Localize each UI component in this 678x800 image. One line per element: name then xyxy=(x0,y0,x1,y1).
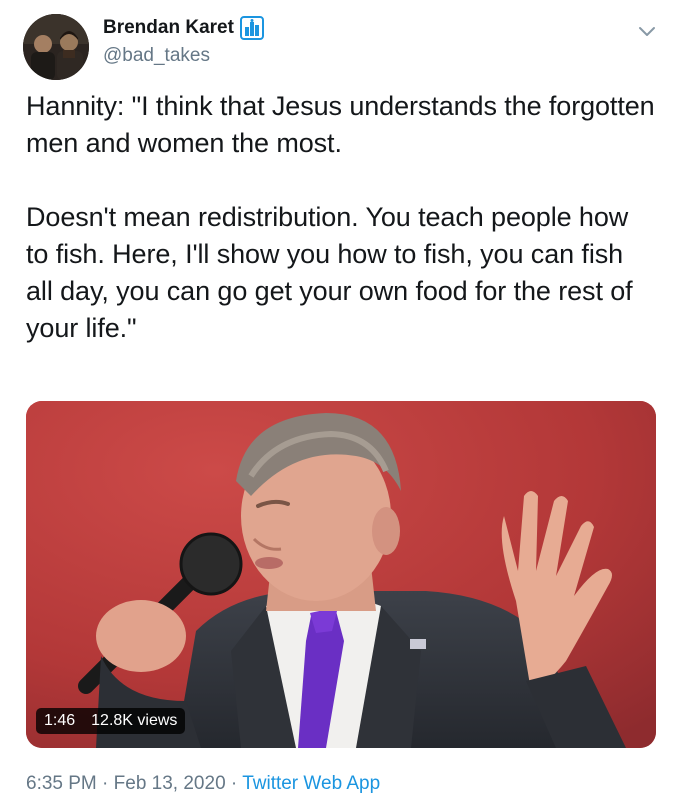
tweet-date[interactable]: Feb 13, 2020 xyxy=(114,773,226,794)
author-handle[interactable]: @bad_takes xyxy=(103,45,210,67)
separator: · xyxy=(230,773,238,794)
video-player[interactable]: 1:46 12.8K views xyxy=(26,401,656,748)
tweet-card: Brendan Karet @bad_takes Hannity: "I thi… xyxy=(0,0,678,800)
tweet-source-link[interactable]: Twitter Web App xyxy=(242,773,380,794)
building-icon xyxy=(239,16,264,40)
video-meta-badge: 1:46 12.8K views xyxy=(36,708,186,734)
separator: · xyxy=(102,773,109,794)
avatar-image xyxy=(23,14,89,80)
video-views: 12.8K views xyxy=(91,712,178,729)
chevron-down-icon[interactable] xyxy=(636,20,658,42)
author-info: Brendan Karet xyxy=(103,16,264,40)
tweet-footer: 6:35 PM · Feb 13, 2020 · Twitter Web App xyxy=(26,773,380,795)
tweet-text: Hannity: "I think that Jesus understands… xyxy=(26,91,655,343)
author-name[interactable]: Brendan Karet xyxy=(103,17,234,39)
tweet-time[interactable]: 6:35 PM xyxy=(26,773,97,794)
author-avatar[interactable] xyxy=(23,14,89,80)
video-thumbnail xyxy=(26,401,656,748)
video-duration: 1:46 xyxy=(44,712,76,729)
